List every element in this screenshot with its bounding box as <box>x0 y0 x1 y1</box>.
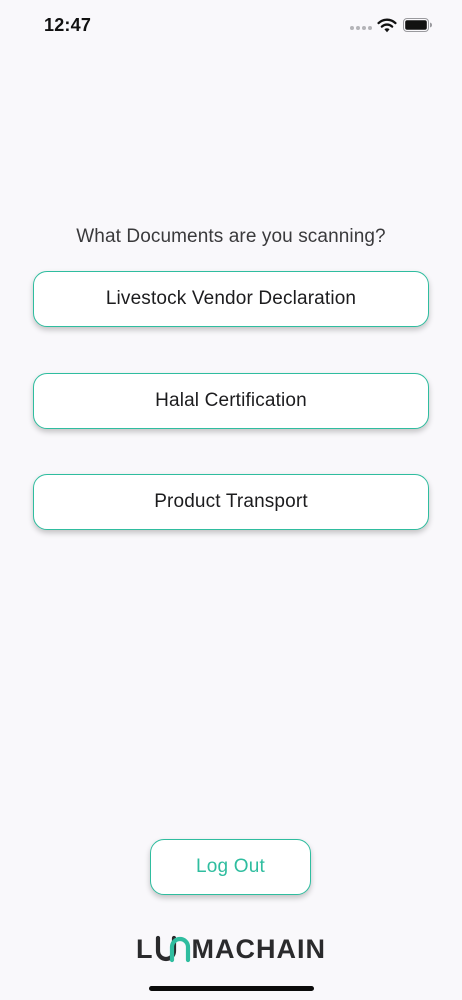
document-prompt: What Documents are you scanning? <box>76 226 386 247</box>
wifi-icon <box>377 18 397 33</box>
livestock-vendor-declaration-button[interactable]: Livestock Vendor Declaration <box>33 271 429 327</box>
product-transport-button[interactable]: Product Transport <box>33 474 429 530</box>
battery-icon <box>403 18 432 32</box>
status-time: 12:47 <box>44 15 92 35</box>
logo-mark-icon <box>155 935 190 963</box>
logout-button[interactable]: Log Out <box>150 839 311 895</box>
lumachain-logo: L MACHAIN <box>0 934 462 964</box>
halal-certification-button[interactable]: Halal Certification <box>33 373 429 429</box>
signal-dots-icon <box>350 26 372 32</box>
status-bar: 12:47 <box>0 0 462 50</box>
logo-wordmark: L MACHAIN <box>136 934 326 964</box>
home-indicator[interactable] <box>149 986 314 991</box>
